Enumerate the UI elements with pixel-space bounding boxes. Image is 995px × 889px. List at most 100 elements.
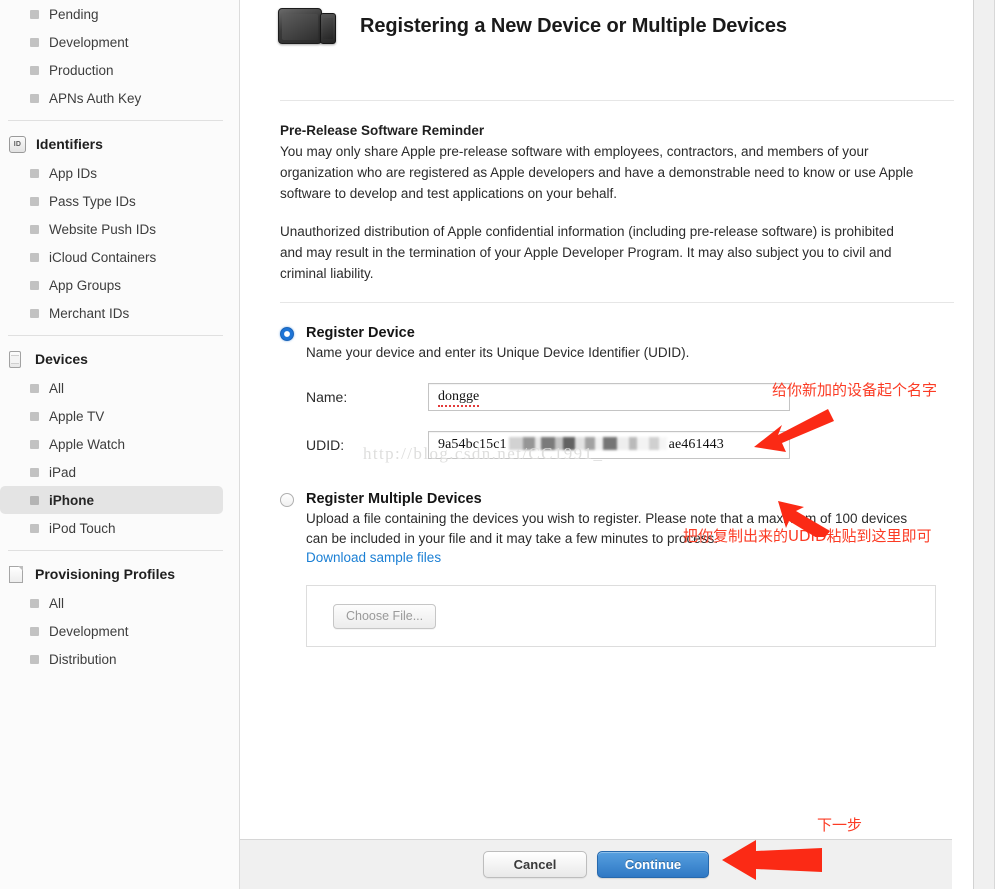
page-title: Registering a New Device or Multiple Dev… [360, 14, 787, 37]
ipad-iphone-icon [276, 6, 338, 46]
sidebar-group-certificates: Pending Development Production APNs Auth… [0, 0, 239, 112]
bullet-icon [30, 383, 39, 393]
register-device-option[interactable]: Register Device Name your device and ent… [280, 325, 954, 363]
page-header: Registering a New Device or Multiple Dev… [240, 0, 994, 48]
register-multiple-radio[interactable] [280, 493, 294, 507]
bullet-icon [30, 523, 39, 533]
sidebar-item-ipad[interactable]: iPad [0, 458, 239, 486]
udid-input[interactable]: 9a54bc15c1 ae461443 [428, 431, 790, 459]
continue-button[interactable]: Continue [597, 851, 709, 878]
sidebar-item-devices-all[interactable]: All [0, 374, 239, 402]
sidebar-item-label: Website Push IDs [49, 221, 157, 237]
bullet-icon [30, 439, 39, 449]
sidebar-item-label: iPad [49, 464, 77, 480]
sidebar-divider [8, 120, 223, 121]
sidebar-item-apple-watch[interactable]: Apple Watch [0, 430, 239, 458]
sidebar-item-apns-auth-key[interactable]: APNs Auth Key [0, 84, 239, 112]
sidebar-item-apple-tv[interactable]: Apple TV [0, 402, 239, 430]
sidebar-header-label: Identifiers [36, 136, 103, 152]
main-content: Registering a New Device or Multiple Dev… [240, 0, 995, 889]
sidebar-item-label: Pending [49, 6, 99, 22]
app-window: Pending Development Production APNs Auth… [0, 0, 995, 889]
name-input-value: dongge [438, 389, 480, 407]
sidebar-header-devices[interactable]: Devices [0, 344, 239, 374]
sidebar-item-merchant-ids[interactable]: Merchant IDs [0, 299, 239, 327]
sidebar-item-label: Development [49, 623, 129, 639]
register-multiple-section: Register Multiple Devices Upload a file … [240, 459, 994, 647]
sidebar-item-profiles-distribution[interactable]: Distribution [0, 645, 239, 673]
register-device-section: Register Device Name your device and ent… [240, 303, 994, 459]
notice-heading: Pre-Release Software Reminder [280, 123, 485, 138]
bullet-icon [30, 224, 39, 234]
sidebar-item-ipod-touch[interactable]: iPod Touch [0, 514, 239, 542]
notice-paragraph-1: You may only share Apple pre-release sof… [280, 144, 914, 201]
sidebar-item-label: Production [49, 62, 114, 78]
name-input[interactable]: dongge [428, 383, 790, 411]
register-device-radio[interactable] [280, 327, 294, 341]
udid-field-row: UDID: 9a54bc15c1 ae461443 [306, 431, 954, 459]
document-icon [9, 565, 23, 583]
sidebar-item-label: All [49, 380, 65, 396]
sidebar-item-label: iPhone [49, 492, 95, 508]
bullet-icon [30, 495, 39, 505]
file-upload-box[interactable]: Choose File... [306, 585, 936, 647]
sidebar-item-profiles-all[interactable]: All [0, 589, 239, 617]
bullet-icon [30, 626, 39, 636]
sidebar-header-label: Devices [35, 351, 88, 367]
sidebar-item-production[interactable]: Production [0, 56, 239, 84]
bullet-icon [30, 168, 39, 178]
sidebar-item-development[interactable]: Development [0, 28, 239, 56]
iphone-glyph [320, 13, 336, 44]
udid-label: UDID: [306, 437, 345, 453]
sidebar-item-app-ids[interactable]: App IDs [0, 159, 239, 187]
sidebar-item-label: App IDs [49, 165, 98, 181]
choose-file-button[interactable]: Choose File... [333, 603, 437, 629]
ipad-glyph [278, 8, 322, 44]
udid-prefix: 9a54bc15c1 [438, 437, 507, 452]
right-gutter [973, 0, 994, 889]
sidebar-item-label: APNs Auth Key [49, 90, 142, 106]
bullet-icon [30, 93, 39, 103]
sidebar-item-label: All [49, 595, 65, 611]
register-device-description: Name your device and enter its Unique De… [306, 345, 690, 360]
bullet-icon [30, 37, 39, 47]
bullet-icon [30, 280, 39, 290]
sidebar-item-profiles-development[interactable]: Development [0, 617, 239, 645]
sidebar-group-devices: Devices All Apple TV Apple Watch iPad iP… [0, 344, 239, 542]
bullet-icon [30, 196, 39, 206]
sidebar-item-app-groups[interactable]: App Groups [0, 271, 239, 299]
sidebar-group-identifiers: ID Identifiers App IDs Pass Type IDs Web… [0, 129, 239, 327]
cancel-button[interactable]: Cancel [483, 851, 587, 878]
notice-paragraph-2: Unauthorized distribution of Apple confi… [280, 224, 894, 281]
udid-redacted-blur [508, 437, 667, 450]
sidebar-item-label: Distribution [49, 651, 117, 667]
sidebar: Pending Development Production APNs Auth… [0, 0, 240, 889]
sidebar-item-label: iPod Touch [49, 520, 116, 536]
download-sample-files-link[interactable]: Download sample files [306, 550, 441, 565]
udid-suffix: ae461443 [668, 437, 724, 452]
bullet-icon [30, 411, 39, 421]
sidebar-item-pending[interactable]: Pending [0, 0, 239, 28]
sidebar-header-identifiers[interactable]: ID Identifiers [0, 129, 239, 159]
id-badge-icon: ID [9, 135, 26, 153]
action-bar: Cancel Continue [240, 839, 952, 889]
sidebar-item-label: App Groups [49, 277, 122, 293]
register-multiple-title: Register Multiple Devices [306, 491, 482, 507]
sidebar-divider [8, 550, 223, 551]
bullet-icon [30, 598, 39, 608]
sidebar-item-label: Merchant IDs [49, 305, 130, 321]
pre-release-notice: Pre-Release Software Reminder You may on… [240, 101, 994, 284]
bullet-icon [30, 65, 39, 75]
sidebar-item-label: Development [49, 34, 129, 50]
register-device-title: Register Device [306, 325, 415, 341]
sidebar-item-pass-type-ids[interactable]: Pass Type IDs [0, 187, 239, 215]
sidebar-item-website-push-ids[interactable]: Website Push IDs [0, 215, 239, 243]
bullet-icon [30, 467, 39, 477]
sidebar-item-label: Apple TV [49, 408, 105, 424]
sidebar-item-icloud-containers[interactable]: iCloud Containers [0, 243, 239, 271]
sidebar-item-label: Apple Watch [49, 436, 126, 452]
sidebar-item-iphone[interactable]: iPhone [0, 486, 223, 514]
sidebar-header-provisioning-profiles[interactable]: Provisioning Profiles [0, 559, 239, 589]
register-multiple-description: Upload a file containing the devices you… [306, 511, 908, 546]
register-multiple-option[interactable]: Register Multiple Devices Upload a file … [280, 491, 954, 567]
